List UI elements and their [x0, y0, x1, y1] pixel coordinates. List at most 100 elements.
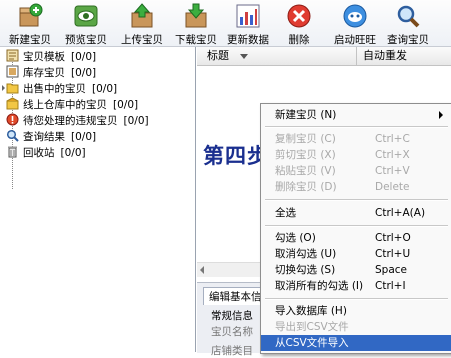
menu-item-label: 导入数据库 (H): [275, 305, 347, 317]
tree-item-count: [0/0]: [71, 51, 97, 63]
search-item-button[interactable]: 查询宝贝: [386, 1, 430, 46]
tree-item-label: 宝贝模板: [23, 51, 65, 63]
menu-separator: [265, 225, 448, 227]
menu-item-shortcut: Ctrl+C: [375, 133, 410, 145]
tree-item-count: [0/0]: [113, 99, 139, 111]
launch-wangwang-button[interactable]: 启动旺旺: [333, 1, 377, 46]
tree-item-search-results[interactable]: 查询结果 [0/0]: [6, 129, 96, 145]
search-result-icon: [6, 129, 19, 142]
add-box-icon: [19, 3, 43, 27]
menu-item-label: 从CSV文件导入: [275, 337, 349, 349]
menu-item-shortcut: Ctrl+X: [375, 149, 410, 161]
expand-arrow-icon[interactable]: [2, 85, 5, 91]
preview-item-button[interactable]: 预览宝贝: [64, 1, 108, 46]
column-auto-repost[interactable]: 自动重发: [357, 47, 451, 65]
menu-item-import-csv[interactable]: 从CSV文件导入: [261, 335, 451, 351]
menu-item-shortcut: Delete: [375, 181, 410, 193]
new-item-label: 新建宝贝: [9, 34, 51, 46]
menu-item-paste: 粘贴宝贝 (V) Ctrl+V: [261, 163, 451, 179]
stock-icon: [6, 65, 19, 78]
menu-item-label: 取消勾选 (U): [275, 248, 337, 260]
column-title[interactable]: 标题: [197, 47, 357, 65]
warehouse-icon: [6, 97, 19, 110]
tree-item-stock[interactable]: 库存宝贝 [0/0]: [6, 65, 96, 81]
menu-item-uncheck-all[interactable]: 取消所有的勾选 (I) Ctrl+I: [261, 278, 451, 294]
menu-item-label: 新建宝贝 (N): [275, 109, 337, 121]
tree-item-label: 出售中的宝贝: [23, 83, 86, 95]
sort-arrow-icon[interactable]: [240, 54, 248, 59]
context-menu: 新建宝贝 (N) 复制宝贝 (C) Ctrl+C 剪切宝贝 (X) Ctrl+X…: [260, 103, 451, 354]
tree-item-count: [0/0]: [60, 147, 86, 159]
tree-item-templates[interactable]: 宝贝模板 [0/0]: [6, 49, 96, 65]
menu-item-shortcut: Space: [375, 264, 407, 276]
menu-item-copy: 复制宝贝 (C) Ctrl+C: [261, 131, 451, 147]
menu-item-import-database[interactable]: 导入数据库 (H): [261, 303, 451, 319]
menu-item-label: 切换勾选 (S): [275, 264, 336, 276]
list-header: 标题 自动重发: [197, 47, 451, 66]
menu-item-label: 导出到CSV文件: [275, 321, 349, 333]
recycle-bin-icon: [8, 146, 17, 158]
tree-item-count: [0/0]: [71, 131, 97, 143]
menu-item-uncheck[interactable]: 取消勾选 (U) Ctrl+U: [261, 246, 451, 262]
item-name-label: 宝贝名称: [211, 326, 253, 338]
main-toolbar: 新建宝贝 预览宝贝 上传宝贝 下载宝贝 更新数据 删除 启动旺旺 查询宝贝: [0, 0, 451, 47]
search-icon: [397, 5, 420, 28]
menu-item-label: 删除宝贝 (D): [275, 181, 337, 193]
delete-button[interactable]: 删除: [277, 1, 321, 46]
menu-item-shortcut: Ctrl+A(A): [375, 207, 426, 219]
menu-item-export-csv: 导出到CSV文件: [261, 319, 451, 335]
menu-item-label: 取消所有的勾选 (I): [275, 280, 364, 292]
shop-category-label: 店铺类目: [211, 345, 253, 357]
tree-item-recycle-bin[interactable]: 回收站 [0/0]: [6, 145, 86, 161]
column-auto-repost-label: 自动重发: [363, 49, 407, 62]
upload-item-label: 上传宝贝: [121, 34, 163, 46]
preview-item-label: 预览宝贝: [65, 34, 107, 46]
delete-icon: [287, 4, 311, 28]
menu-item-label: 勾选 (O): [275, 232, 316, 244]
submenu-arrow-icon: [439, 111, 443, 119]
menu-item-check[interactable]: 勾选 (O) Ctrl+O: [261, 230, 451, 246]
menu-item-label: 粘贴宝贝 (V): [275, 165, 336, 177]
menu-item-select-all[interactable]: 全选 Ctrl+A(A): [261, 205, 451, 221]
eye-icon: [74, 5, 98, 27]
launch-wangwang-label: 启动旺旺: [334, 34, 376, 46]
menu-separator: [265, 298, 448, 300]
menu-item-delete: 删除宝贝 (D) Delete: [261, 179, 451, 195]
tree-item-online-warehouse[interactable]: 线上仓库中的宝贝 [0/0]: [6, 97, 138, 113]
new-item-button[interactable]: 新建宝贝: [8, 1, 52, 46]
scroll-left-icon[interactable]: [200, 266, 204, 274]
menu-separator: [265, 126, 448, 128]
menu-item-shortcut: Ctrl+U: [375, 248, 411, 260]
menu-item-cut: 剪切宝贝 (X) Ctrl+X: [261, 147, 451, 163]
general-info-group: 常规信息: [211, 310, 253, 322]
template-icon: [6, 49, 19, 62]
warning-icon: [6, 113, 19, 126]
tree-item-on-sale[interactable]: 出售中的宝贝 [0/0]: [2, 81, 117, 97]
tree-item-label: 待您处理的违规宝贝: [23, 115, 118, 127]
menu-item-shortcut: Ctrl+V: [375, 165, 410, 177]
tree-item-label: 库存宝贝: [23, 67, 65, 79]
tree-item-label: 回收站: [23, 147, 55, 159]
menu-item-label: 剪切宝贝 (X): [275, 149, 336, 161]
search-item-label: 查询宝贝: [387, 34, 429, 46]
tab-edit-basic-info[interactable]: 编辑基本信: [203, 287, 268, 305]
tree-item-count: [0/0]: [92, 83, 118, 95]
delete-label: 删除: [288, 34, 310, 46]
upload-item-button[interactable]: 上传宝贝: [120, 1, 164, 46]
tree-item-label: 线上仓库中的宝贝: [23, 99, 107, 111]
tree-item-count: [0/0]: [123, 115, 149, 127]
tree-item-label: 查询结果: [23, 131, 65, 143]
chart-icon: [236, 4, 260, 28]
menu-item-label: 复制宝贝 (C): [275, 133, 336, 145]
menu-item-shortcut: Ctrl+I: [375, 280, 406, 292]
update-data-button[interactable]: 更新数据: [226, 1, 270, 46]
tree-item-count: [0/0]: [71, 67, 97, 79]
menu-item-new-item[interactable]: 新建宝贝 (N): [261, 107, 451, 123]
menu-item-label: 全选: [275, 207, 296, 219]
menu-item-toggle-check[interactable]: 切换勾选 (S) Space: [261, 262, 451, 278]
category-tree: 宝贝模板 [0/0] 库存宝贝 [0/0] 出售中的宝贝 [0/0] 线上仓库中的宝贝…: [0, 47, 196, 352]
tree-item-violations[interactable]: 待您处理的违规宝贝 [0/0]: [6, 113, 149, 129]
download-item-label: 下载宝贝: [175, 34, 217, 46]
download-item-button[interactable]: 下载宝贝: [174, 1, 218, 46]
download-box-icon: [185, 3, 207, 28]
